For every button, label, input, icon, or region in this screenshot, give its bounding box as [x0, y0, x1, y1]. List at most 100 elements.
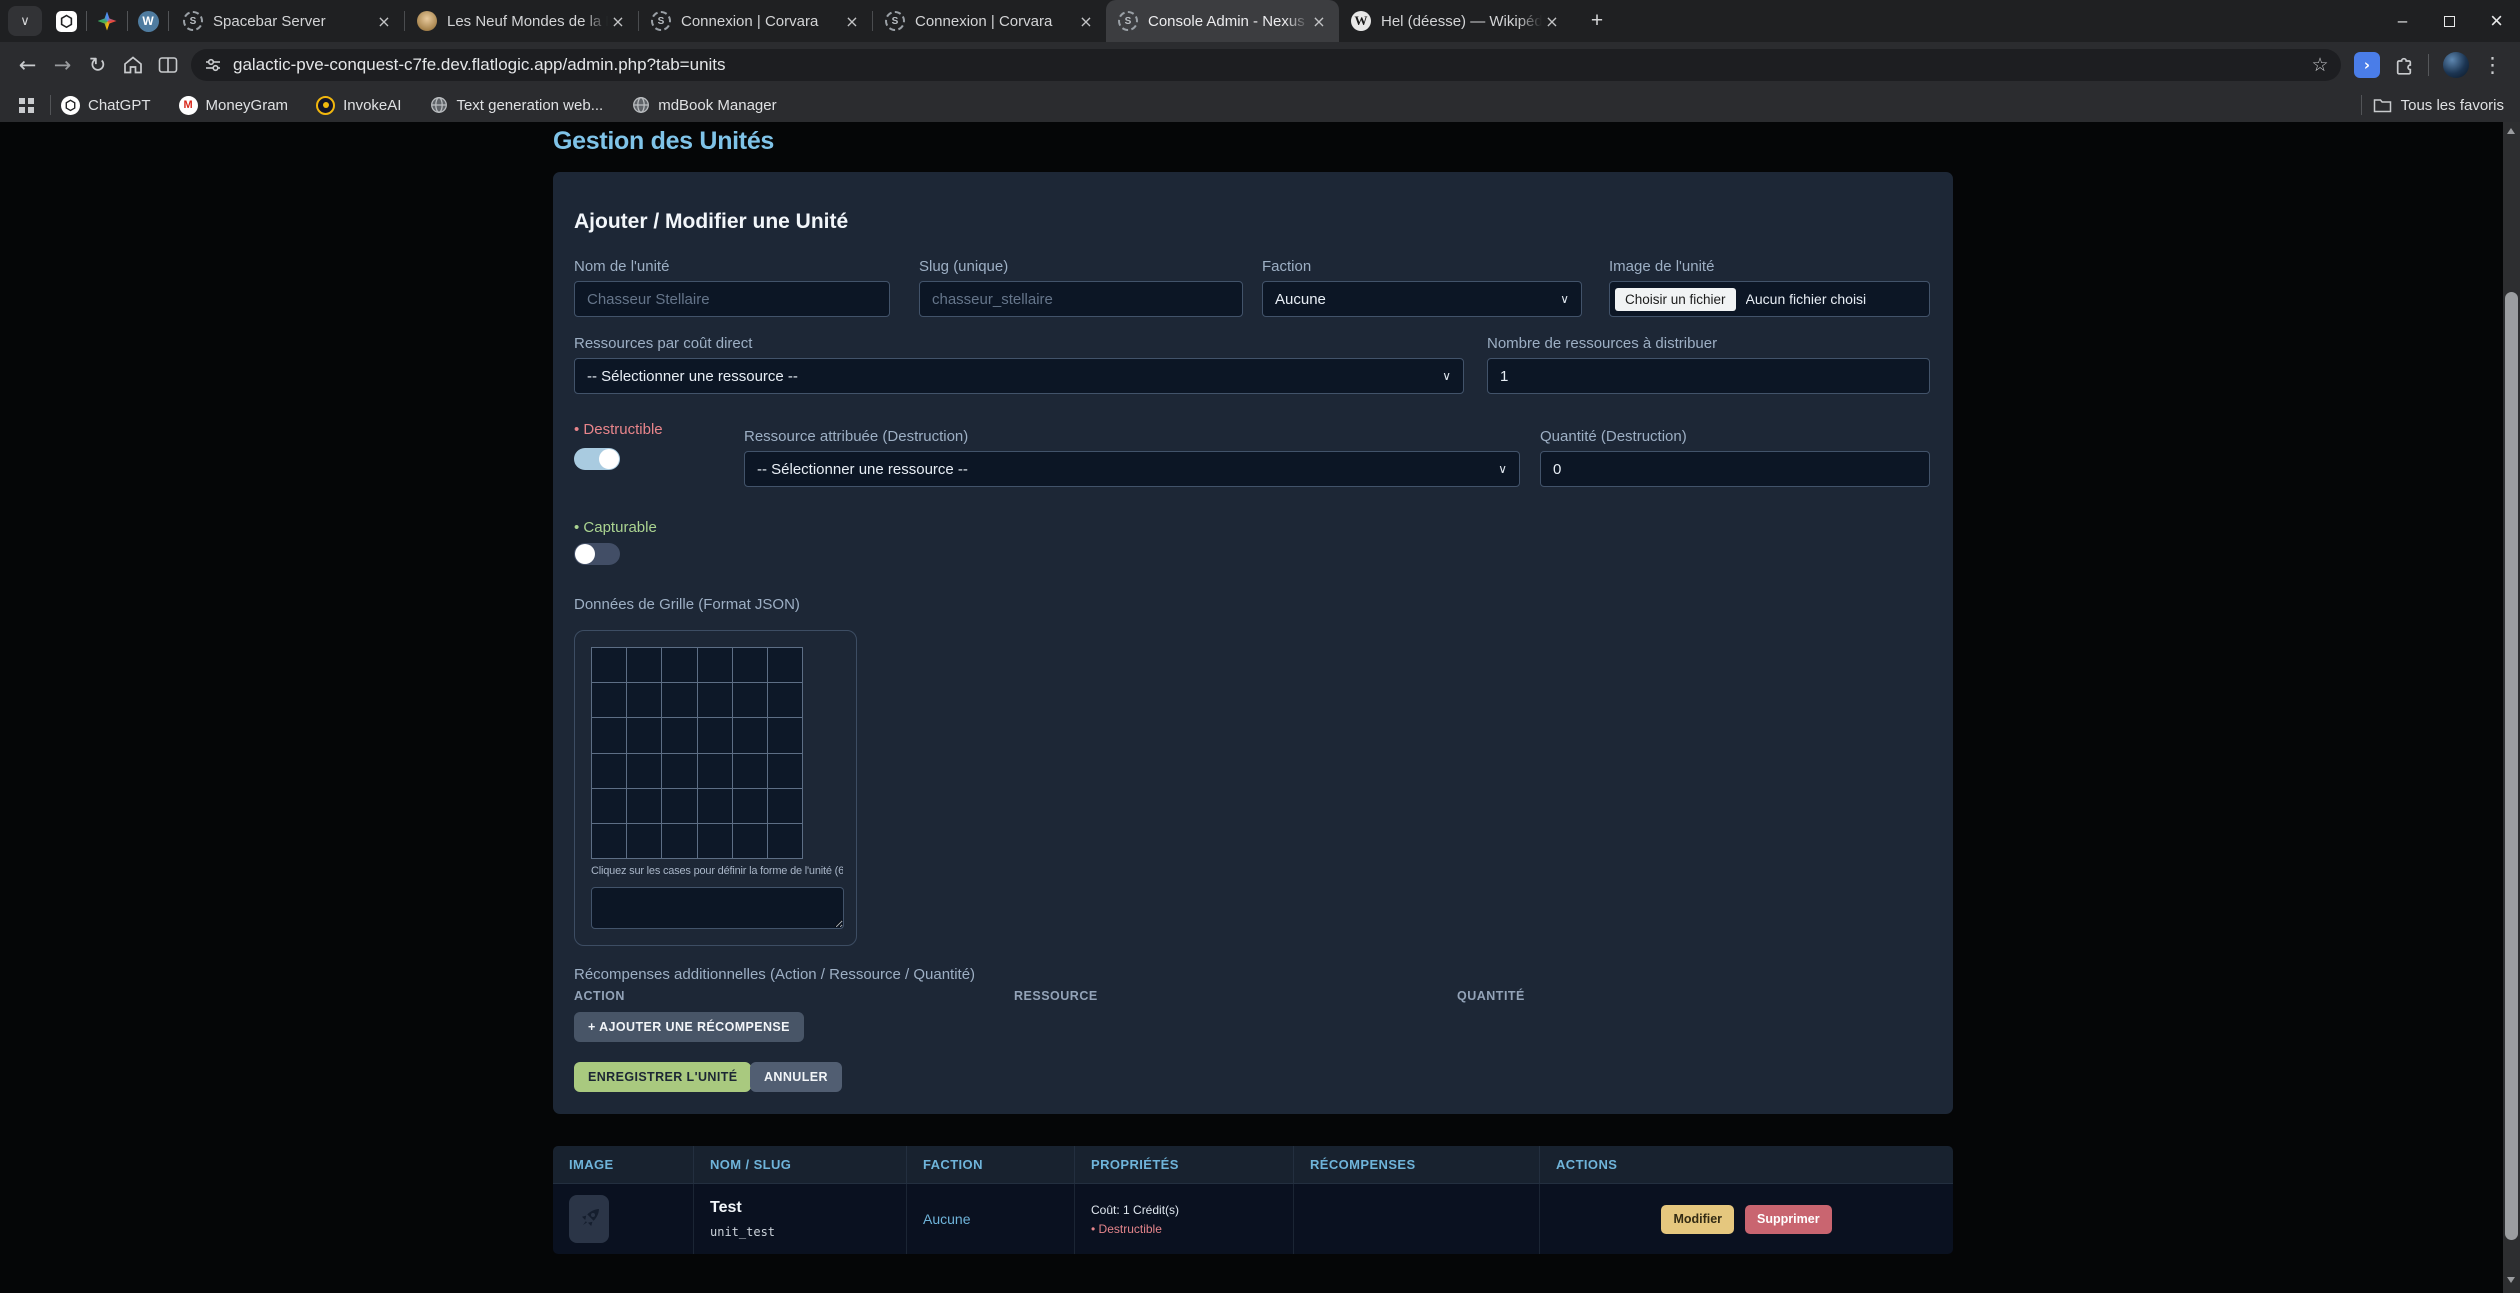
distribute-input[interactable] — [1487, 358, 1930, 394]
grid-cell[interactable] — [698, 754, 732, 788]
grid-cell[interactable] — [662, 718, 696, 752]
vertical-scrollbar[interactable] — [2503, 122, 2520, 1293]
grid-cell[interactable] — [592, 718, 626, 752]
grid-cell[interactable] — [698, 789, 732, 823]
tab-console-admin-nexus[interactable]: S Console Admin - Nexus × — [1106, 0, 1339, 42]
grid-cell[interactable] — [733, 789, 767, 823]
tab-close-icon[interactable]: × — [1076, 11, 1096, 31]
grid-cell[interactable] — [768, 718, 802, 752]
rewards-col-action: ACTION — [574, 989, 625, 1003]
tab-search-button[interactable]: ∨ — [8, 6, 42, 36]
grid-cell[interactable] — [592, 824, 626, 858]
grid-cell[interactable] — [698, 824, 732, 858]
bookmark-invokeai[interactable]: InvokeAI — [316, 96, 401, 115]
cancel-button[interactable]: ANNULER — [750, 1062, 842, 1092]
unit-name-input[interactable] — [574, 281, 890, 317]
window-controls: – × — [2379, 0, 2520, 42]
grid-cell[interactable] — [627, 824, 661, 858]
choose-file-button[interactable]: Choisir un fichier — [1615, 288, 1736, 311]
delete-button[interactable]: Supprimer — [1745, 1205, 1832, 1234]
grid-cell[interactable] — [627, 648, 661, 682]
tab-connexion-corvara-1[interactable]: S Connexion | Corvara × — [639, 0, 872, 42]
save-unit-button[interactable]: ENREGISTRER L'UNITÉ — [574, 1062, 751, 1092]
tab-hel-wikipedia[interactable]: W Hel (déesse) — Wikipédia × — [1339, 0, 1572, 42]
grid-cell[interactable] — [733, 683, 767, 717]
side-panel-extension-icon[interactable]: › — [2354, 52, 2380, 78]
cost-resource-select[interactable]: -- Sélectionner une ressource -- ∨ — [574, 358, 1464, 394]
scrollbar-thumb[interactable] — [2505, 292, 2518, 1240]
tab-close-icon[interactable]: × — [608, 11, 628, 31]
back-button[interactable]: ← — [10, 48, 45, 82]
distribute-label: Nombre de ressources à distribuer — [1487, 335, 1930, 352]
reading-list-button[interactable] — [150, 48, 185, 82]
grid-cell[interactable] — [698, 683, 732, 717]
menu-button[interactable]: ⋮ — [2475, 48, 2510, 82]
url-bar[interactable]: galactic-pve-conquest-c7fe.dev.flatlogic… — [191, 49, 2341, 81]
grid-cell[interactable] — [592, 754, 626, 788]
grid-cell[interactable] — [592, 648, 626, 682]
site-settings-icon[interactable] — [203, 55, 223, 75]
close-window-button[interactable]: × — [2473, 0, 2520, 42]
tab-connexion-corvara-2[interactable]: S Connexion | Corvara × — [873, 0, 1106, 42]
destruction-qty-input[interactable] — [1540, 451, 1930, 487]
grid-cell[interactable] — [592, 683, 626, 717]
grid-cell[interactable] — [733, 754, 767, 788]
scroll-down-arrow[interactable] — [2507, 1277, 2515, 1283]
grid-cell[interactable] — [768, 824, 802, 858]
grid-cell[interactable] — [698, 648, 732, 682]
tab-les-neuf-mondes[interactable]: Les Neuf Mondes de la Mythol × — [405, 0, 638, 42]
profile-avatar[interactable] — [2443, 52, 2469, 78]
minimize-button[interactable]: – — [2379, 0, 2426, 42]
grid-cell[interactable] — [662, 824, 696, 858]
forward-button[interactable]: → — [45, 48, 80, 82]
tab-close-icon[interactable]: × — [1542, 11, 1562, 31]
bookmark-chatgpt[interactable]: ChatGPT — [61, 96, 151, 115]
grid-cell[interactable] — [733, 648, 767, 682]
slug-input[interactable] — [919, 281, 1243, 317]
grid-cell[interactable] — [768, 648, 802, 682]
grid-cell[interactable] — [627, 754, 661, 788]
image-file-input[interactable]: Choisir un fichier Aucun fichier choisi — [1609, 281, 1930, 317]
grid-json-textarea[interactable] — [591, 887, 844, 929]
capturable-toggle[interactable] — [574, 543, 620, 565]
bookmark-text-generation[interactable]: Text generation web... — [429, 96, 603, 115]
bookmark-star-icon[interactable]: ☆ — [2305, 50, 2335, 80]
grid-cell[interactable] — [733, 824, 767, 858]
destructible-toggle[interactable] — [574, 448, 620, 470]
maximize-button[interactable] — [2426, 0, 2473, 42]
grid-cell[interactable] — [733, 718, 767, 752]
grid-cell[interactable] — [768, 683, 802, 717]
pinned-tab-wordpress[interactable]: W — [130, 4, 166, 38]
reload-button[interactable]: ↻ — [80, 48, 115, 82]
scroll-up-arrow[interactable] — [2507, 128, 2515, 134]
faction-select[interactable]: Aucune ∨ — [1262, 281, 1582, 317]
add-reward-button[interactable]: + AJOUTER UNE RÉCOMPENSE — [574, 1012, 804, 1042]
edit-button[interactable]: Modifier — [1661, 1205, 1734, 1234]
new-tab-button[interactable]: + — [1582, 6, 1612, 36]
url-text[interactable]: galactic-pve-conquest-c7fe.dev.flatlogic… — [233, 55, 2305, 75]
pinned-tab-gemini[interactable] — [89, 4, 125, 38]
grid-cell[interactable] — [662, 789, 696, 823]
grid-cell[interactable] — [662, 683, 696, 717]
tab-spacebar-server[interactable]: S Spacebar Server × — [171, 0, 404, 42]
all-bookmarks-button[interactable]: Tous les favoris — [2359, 95, 2504, 115]
grid-cell[interactable] — [698, 718, 732, 752]
bookmark-mdbook-manager[interactable]: mdBook Manager — [631, 96, 776, 115]
grid-cell[interactable] — [768, 789, 802, 823]
tab-close-icon[interactable]: × — [1309, 11, 1329, 31]
grid-cell[interactable] — [592, 789, 626, 823]
home-button[interactable] — [115, 48, 150, 82]
grid-cell[interactable] — [768, 754, 802, 788]
grid-cell[interactable] — [627, 718, 661, 752]
tab-close-icon[interactable]: × — [842, 11, 862, 31]
bookmark-moneygram[interactable]: M MoneyGram — [179, 96, 289, 115]
destruction-resource-select[interactable]: -- Sélectionner une ressource -- ∨ — [744, 451, 1520, 487]
grid-cell[interactable] — [662, 648, 696, 682]
extensions-button[interactable] — [2385, 48, 2420, 82]
apps-grid-button[interactable] — [12, 88, 40, 122]
grid-cell[interactable] — [627, 789, 661, 823]
grid-cell[interactable] — [662, 754, 696, 788]
grid-cell[interactable] — [627, 683, 661, 717]
tab-close-icon[interactable]: × — [374, 11, 394, 31]
pinned-tab-chatgpt[interactable] — [48, 4, 84, 38]
